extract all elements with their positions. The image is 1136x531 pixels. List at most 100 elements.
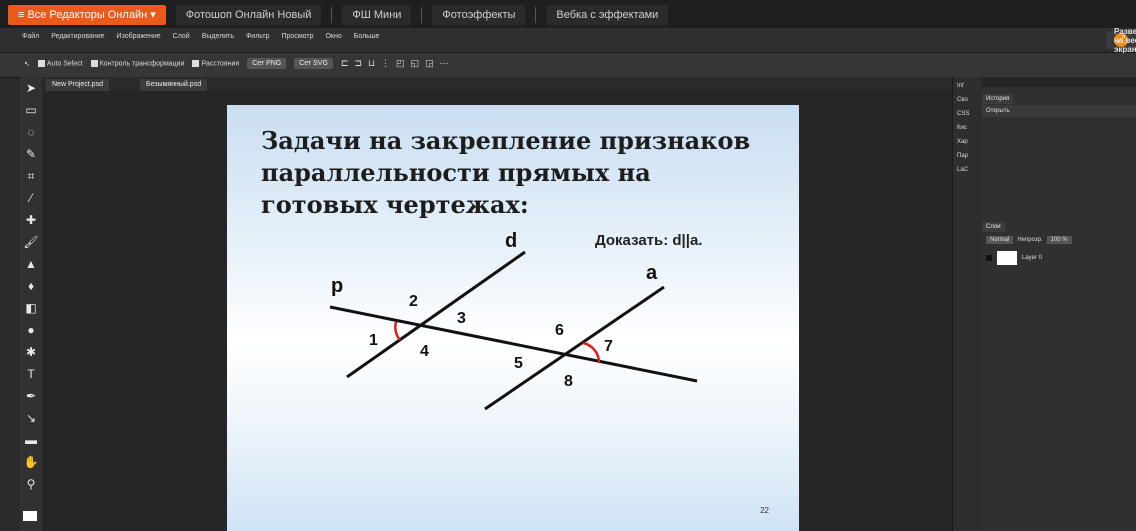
layer-name: Layer 0 — [1022, 255, 1043, 261]
menu-items: Файл Редактирование Изображение Слой Выд… — [22, 33, 379, 40]
shape-tool-icon[interactable]: ▬ — [20, 429, 42, 451]
strip-paragraph[interactable]: Пар — [953, 147, 983, 161]
brush-tool-icon[interactable]: 🖌 — [20, 231, 42, 253]
line-a — [484, 285, 665, 411]
fullscreen-label: Развернуть на весь экран — [1114, 26, 1136, 54]
document-tabs: New Project.psd Безымянный.psd — [42, 77, 952, 91]
stamp-tool-icon[interactable]: ▲ — [20, 253, 42, 275]
doc-tab-untitled[interactable]: Безымянный.psd — [140, 79, 208, 91]
move-tool-icon[interactable]: ➤ — [20, 77, 42, 99]
transform-icon[interactable]: ◰ — [396, 58, 405, 69]
strip-css[interactable]: CSS — [953, 105, 983, 119]
options-bar: ↖ Auto Select Контроль трансформации Рас… — [0, 53, 1136, 78]
menu-bar: Файл Редактирование Изображение Слой Выд… — [0, 27, 1136, 54]
lasso-tool-icon[interactable]: ◌ — [20, 121, 42, 143]
dodge-tool-icon[interactable]: ✱ — [20, 341, 42, 363]
color-swatch[interactable] — [23, 511, 37, 521]
layer-thumbnail — [997, 251, 1017, 265]
pen-tool-icon[interactable]: ✒ — [20, 385, 42, 407]
hand-tool-icon[interactable]: ✋ — [20, 451, 42, 473]
layer-row[interactable]: Layer 0 — [982, 247, 1136, 269]
eyedropper-icon[interactable]: ⁄ — [20, 187, 42, 209]
flip-icon[interactable]: ◲ — [425, 58, 434, 69]
move-tool-icon[interactable]: ↖ — [24, 60, 30, 68]
menu-edit[interactable]: Редактирование — [51, 33, 104, 40]
distances-toggle[interactable]: Расстояния — [192, 59, 239, 67]
strip-properties[interactable]: Сво — [953, 91, 983, 105]
align-buttons: ⊏ ⊐ ⊔ ⋮ ◰ ◱ ◲ ⋯ — [341, 58, 449, 69]
tab-ps-mini[interactable]: ФШ Мини — [342, 5, 412, 25]
quick-select-icon[interactable]: ✎ — [20, 143, 42, 165]
opacity-label: Непрозр. — [1017, 237, 1043, 243]
align-left-icon[interactable]: ⊏ — [341, 58, 349, 69]
zoom-tool-icon[interactable]: ⚲ — [20, 473, 42, 495]
menu-layer[interactable]: Слой — [173, 33, 190, 40]
angle-label-4: 4 — [420, 343, 429, 360]
blur-tool-icon[interactable]: ● — [20, 319, 42, 341]
auto-select-label: Auto Select — [46, 60, 83, 68]
healing-brush-icon[interactable]: ✚ — [20, 209, 42, 231]
text-tool-icon[interactable]: T — [20, 363, 42, 385]
tab-photoshop-online[interactable]: Фотошоп Онлайн Новый — [175, 5, 322, 25]
checkbox-icon — [90, 59, 98, 67]
history-item[interactable]: Открыть — [982, 105, 1136, 117]
menu-view[interactable]: Просмотр — [282, 33, 314, 40]
doc-tab-new-project[interactable]: New Project.psd — [46, 79, 109, 91]
crop-tool-icon[interactable]: ⌗ — [20, 165, 42, 187]
distribute-icon[interactable]: ⋮ — [381, 58, 390, 69]
slide-page-number: 22 — [760, 506, 769, 515]
checkbox-icon — [192, 59, 200, 67]
canvas-slide[interactable]: Задачи на закрепление признаков параллел… — [227, 105, 799, 531]
fullscreen-button[interactable]: ⤢ Развернуть на весь экран — [1106, 27, 1136, 54]
marquee-tool-icon[interactable]: ▭ — [20, 99, 42, 121]
history-tab[interactable]: История — [982, 94, 1014, 104]
transform-label: Контроль трансформации — [99, 60, 185, 68]
checkbox-icon — [37, 59, 45, 67]
history-brush-icon[interactable]: ♦ — [20, 275, 42, 297]
eraser-icon[interactable]: ◧ — [20, 297, 42, 319]
angle-label-1: 1 — [369, 332, 378, 349]
more-icon[interactable]: ⋯ — [440, 58, 449, 69]
strip-lac[interactable]: LaC — [953, 161, 983, 175]
path-select-icon[interactable]: ↘ — [20, 407, 42, 429]
tab-all-editors[interactable]: ≡ Все Редакторы Онлайн ▾ — [8, 5, 166, 25]
tab-webcam-effects[interactable]: Вебка с эффектами — [546, 5, 669, 25]
tab-divider — [331, 7, 333, 23]
menu-window[interactable]: Окно — [325, 33, 341, 40]
layers-panel: Слои Normal Непрозр. 100 % Layer 0 — [982, 215, 1136, 269]
strip-character[interactable]: Хар — [953, 133, 983, 147]
angle-label-3: 3 — [457, 310, 466, 327]
export-png-button[interactable]: Сет PNG — [247, 58, 287, 69]
warp-icon[interactable]: ◱ — [411, 58, 420, 69]
menu-select[interactable]: Выделить — [202, 33, 234, 40]
align-center-icon[interactable]: ⊐ — [354, 58, 362, 69]
menu-filter[interactable]: Фильтр — [246, 33, 270, 40]
editor-tabs: ≡ Все Редакторы Онлайн ▾ Фотошоп Онлайн … — [8, 5, 669, 25]
angle-label-7: 7 — [604, 338, 613, 355]
visibility-icon[interactable] — [986, 255, 992, 261]
history-list — [982, 117, 1136, 223]
menu-more[interactable]: Больше — [354, 33, 380, 40]
tab-divider — [421, 7, 423, 23]
geometry-figure — [329, 250, 698, 411]
align-right-icon[interactable]: ⊔ — [368, 58, 375, 69]
strip-info[interactable]: Inf — [953, 77, 983, 91]
blend-mode-select[interactable]: Normal — [986, 236, 1014, 244]
angle-label-6: 6 — [555, 322, 564, 339]
tab-divider — [535, 7, 537, 23]
tools-panel: ➤ ▭ ◌ ✎ ⌗ ⁄ ✚ 🖌 ▲ ♦ ◧ ● ✱ T ✒ ↘ ▬ ✋ ⚲ — [20, 77, 43, 531]
layers-tab[interactable]: Слои — [982, 222, 1005, 232]
export-svg-button[interactable]: Сет SVG — [294, 58, 333, 69]
opacity-input[interactable]: 100 % — [1046, 236, 1072, 244]
auto-select-toggle[interactable]: Auto Select — [37, 59, 83, 68]
angle-label-2: 2 — [409, 293, 418, 310]
label-d: d — [505, 230, 518, 252]
angle-arc-1 — [394, 321, 402, 341]
menu-file[interactable]: Файл — [22, 33, 39, 40]
transform-controls-toggle[interactable]: Контроль трансформации — [90, 59, 185, 68]
menu-image[interactable]: Изображение — [117, 33, 161, 40]
label-p: p — [331, 275, 344, 297]
tab-photo-effects[interactable]: Фотоэффекты — [432, 5, 526, 25]
layer-options: Normal Непрозр. 100 % — [982, 233, 1136, 247]
strip-brush[interactable]: Кис — [953, 119, 983, 133]
